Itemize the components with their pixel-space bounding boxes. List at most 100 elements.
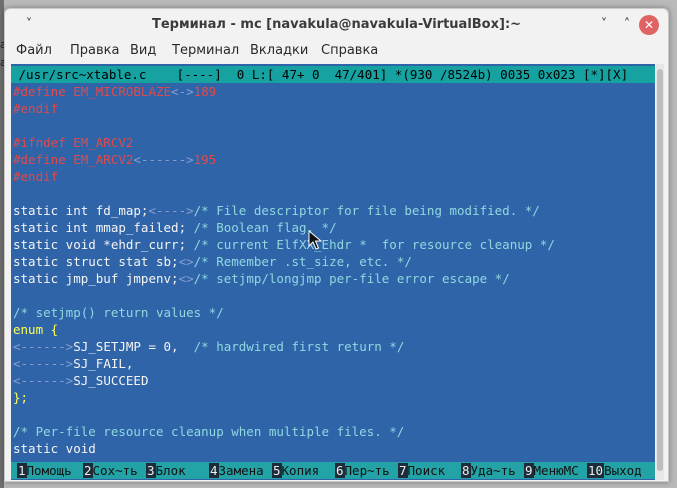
- fn-key-10[interactable]: 10Выход: [587, 462, 642, 479]
- code-line[interactable]: enum {: [13, 321, 555, 338]
- code-comment: /* current ElfXX_Ehdr * for resource cle…: [193, 237, 555, 252]
- menu-terminal[interactable]: Терминал: [172, 43, 239, 58]
- menu-bar: Файл Правка Вид Терминал Вкладки Справка: [5, 41, 668, 63]
- code-line[interactable]: static int fd_map;<---->/* File descript…: [13, 202, 555, 219]
- fn-key-number: 9: [524, 463, 534, 478]
- scrollbar-thumb[interactable]: [657, 69, 663, 471]
- code-token: SJ_SETJMP = 0,: [73, 339, 194, 354]
- code-line[interactable]: #endif: [13, 100, 555, 117]
- terminal-area[interactable]: /usr/src~xtable.c [----] 0 L:[ 47+ 0 47/…: [11, 64, 655, 480]
- code-line[interactable]: static int mmap_failed; /* Boolean flag.…: [13, 219, 555, 236]
- code-comment: /* File descriptor for file being modifi…: [193, 203, 540, 218]
- code-line[interactable]: [13, 406, 555, 423]
- fn-key-number: 3: [146, 463, 156, 478]
- fn-key-label: Сох~ть: [92, 463, 138, 478]
- menu-tabs[interactable]: Вкладки: [250, 43, 308, 58]
- fn-key-7[interactable]: 7Поиск: [398, 462, 445, 479]
- code-line[interactable]: /* setjmp() return values */: [13, 304, 555, 321]
- code-token: SJ_SUCCEED: [73, 373, 149, 388]
- code-line[interactable]: #endif: [13, 168, 555, 185]
- function-key-bar: 1Помощь 2Сох~ть 3Блок 4Замена 5Копия 6Пер~ть 7…: [11, 462, 655, 479]
- code-comment: /* Per-file resource cleanup when multip…: [13, 424, 405, 439]
- code-line[interactable]: [13, 117, 555, 134]
- code-line[interactable]: /* Per-file resource cleanup when multip…: [13, 423, 555, 440]
- code-line[interactable]: static void *ehdr_curr; /* current ElfXX…: [13, 236, 555, 253]
- fn-key-label: Поиск: [407, 463, 446, 478]
- fn-key-number: 8: [461, 463, 471, 478]
- menu-edit[interactable]: Правка: [70, 43, 119, 58]
- code-comment: /* hardwired first return */: [193, 339, 405, 354]
- code-token: static int mmap_failed;: [13, 220, 194, 235]
- tab-marker: <------>: [133, 152, 194, 167]
- tab-marker: <>: [178, 254, 194, 269]
- window-title: Терминал - mc [navakula@navakula-Virtual…: [151, 17, 522, 32]
- fn-key-label: Копия: [281, 463, 320, 478]
- menu-view[interactable]: Вид: [130, 43, 156, 58]
- fn-key-number: 10: [587, 463, 605, 478]
- code-token: SJ_FAIL,: [73, 356, 134, 371]
- fn-key-4[interactable]: 4Замена: [209, 462, 264, 479]
- fn-key-number: 6: [335, 463, 345, 478]
- maximize-icon[interactable]: ˄: [617, 15, 637, 35]
- tab-marker: <->: [171, 84, 194, 99]
- mouse-pointer-icon: [308, 230, 323, 250]
- code-line[interactable]: [13, 185, 555, 202]
- code-comment: /* setjmp() return values */: [13, 305, 224, 320]
- code-token: #define EM_ARCV2: [13, 152, 134, 167]
- fn-key-label: Выход: [604, 463, 642, 478]
- code-token: static int fd_map;: [13, 203, 149, 218]
- terminal-window: ˅ Терминал - mc [navakula@navakula-Virtu…: [4, 8, 669, 482]
- minimize-icon[interactable]: ˅: [594, 15, 614, 35]
- code-line[interactable]: static jmp_buf jmpenv;<>/* setjmp/longjm…: [13, 270, 555, 287]
- code-token: #define EM_MICROBLAZE: [13, 84, 172, 99]
- tab-marker: <>: [178, 271, 194, 286]
- code-token: enum {: [13, 322, 59, 337]
- fn-key-label: Помощь: [26, 463, 72, 478]
- title-bar[interactable]: ˅ Терминал - mc [navakula@navakula-Virtu…: [5, 9, 668, 41]
- fn-key-1[interactable]: 1Помощь: [17, 462, 72, 479]
- code-token: static struct stat sb;: [13, 254, 179, 269]
- code-token: static void: [13, 441, 96, 456]
- code-comment: /* Remember .st_size, etc. */: [193, 254, 412, 269]
- code-line[interactable]: };: [13, 389, 555, 406]
- code-token: 189: [193, 84, 217, 99]
- code-comment: /* setjmp/longjmp per-file error escape …: [193, 271, 510, 286]
- code-line[interactable]: #define EM_ARCV2<------>195: [13, 151, 555, 168]
- tab-marker: <------>: [13, 339, 74, 354]
- fn-key-label: Пер~ть: [344, 463, 390, 478]
- menu-file[interactable]: Файл: [16, 43, 52, 58]
- tab-marker: <------>: [13, 373, 74, 388]
- code-line[interactable]: <------>SJ_FAIL,: [13, 355, 555, 372]
- fn-key-label: Замена: [218, 463, 264, 478]
- code-token: static void *ehdr_curr;: [13, 237, 194, 252]
- code-token: #ifndef EM_ARCV2: [13, 135, 134, 150]
- fn-key-9[interactable]: 9МенюMC: [524, 462, 579, 479]
- code-token: 195: [193, 152, 217, 167]
- code-line[interactable]: <------>SJ_SETJMP = 0, /* hardwired firs…: [13, 338, 555, 355]
- fn-key-number: 5: [272, 463, 282, 478]
- fn-key-3[interactable]: 3Блок: [146, 462, 186, 479]
- code-line[interactable]: [13, 287, 555, 304]
- code-line[interactable]: #define EM_MICROBLAZE<->189: [13, 83, 555, 100]
- fn-key-label: МенюMC: [533, 463, 579, 478]
- menu-help[interactable]: Справка: [321, 43, 378, 58]
- fn-key-number: 1: [17, 463, 27, 478]
- fn-key-6[interactable]: 6Пер~ть: [335, 462, 390, 479]
- fn-key-5[interactable]: 5Копия: [272, 462, 319, 479]
- editor-text-area[interactable]: #define EM_MICROBLAZE<->189 #endif #ifnde…: [13, 83, 555, 457]
- code-token: };: [13, 390, 29, 405]
- code-line[interactable]: #ifndef EM_ARCV2: [13, 134, 555, 151]
- code-token: static jmp_buf jmpenv;: [13, 271, 179, 286]
- code-line[interactable]: <------>SJ_SUCCEED: [13, 372, 555, 389]
- code-token: #endif: [13, 169, 59, 184]
- tab-marker: <------>: [13, 356, 74, 371]
- code-line[interactable]: static struct stat sb;<>/* Remember .st_…: [13, 253, 555, 270]
- fn-key-2[interactable]: 2Сох~ть: [83, 462, 138, 479]
- fn-key-number: 4: [209, 463, 219, 478]
- fn-key-label: Блок: [155, 463, 186, 478]
- fn-key-number: 7: [398, 463, 408, 478]
- code-line[interactable]: static void: [13, 440, 555, 457]
- fn-key-number: 2: [83, 463, 93, 478]
- close-icon[interactable]: ✕: [639, 15, 659, 35]
- fn-key-8[interactable]: 8Уда~ть: [461, 462, 516, 479]
